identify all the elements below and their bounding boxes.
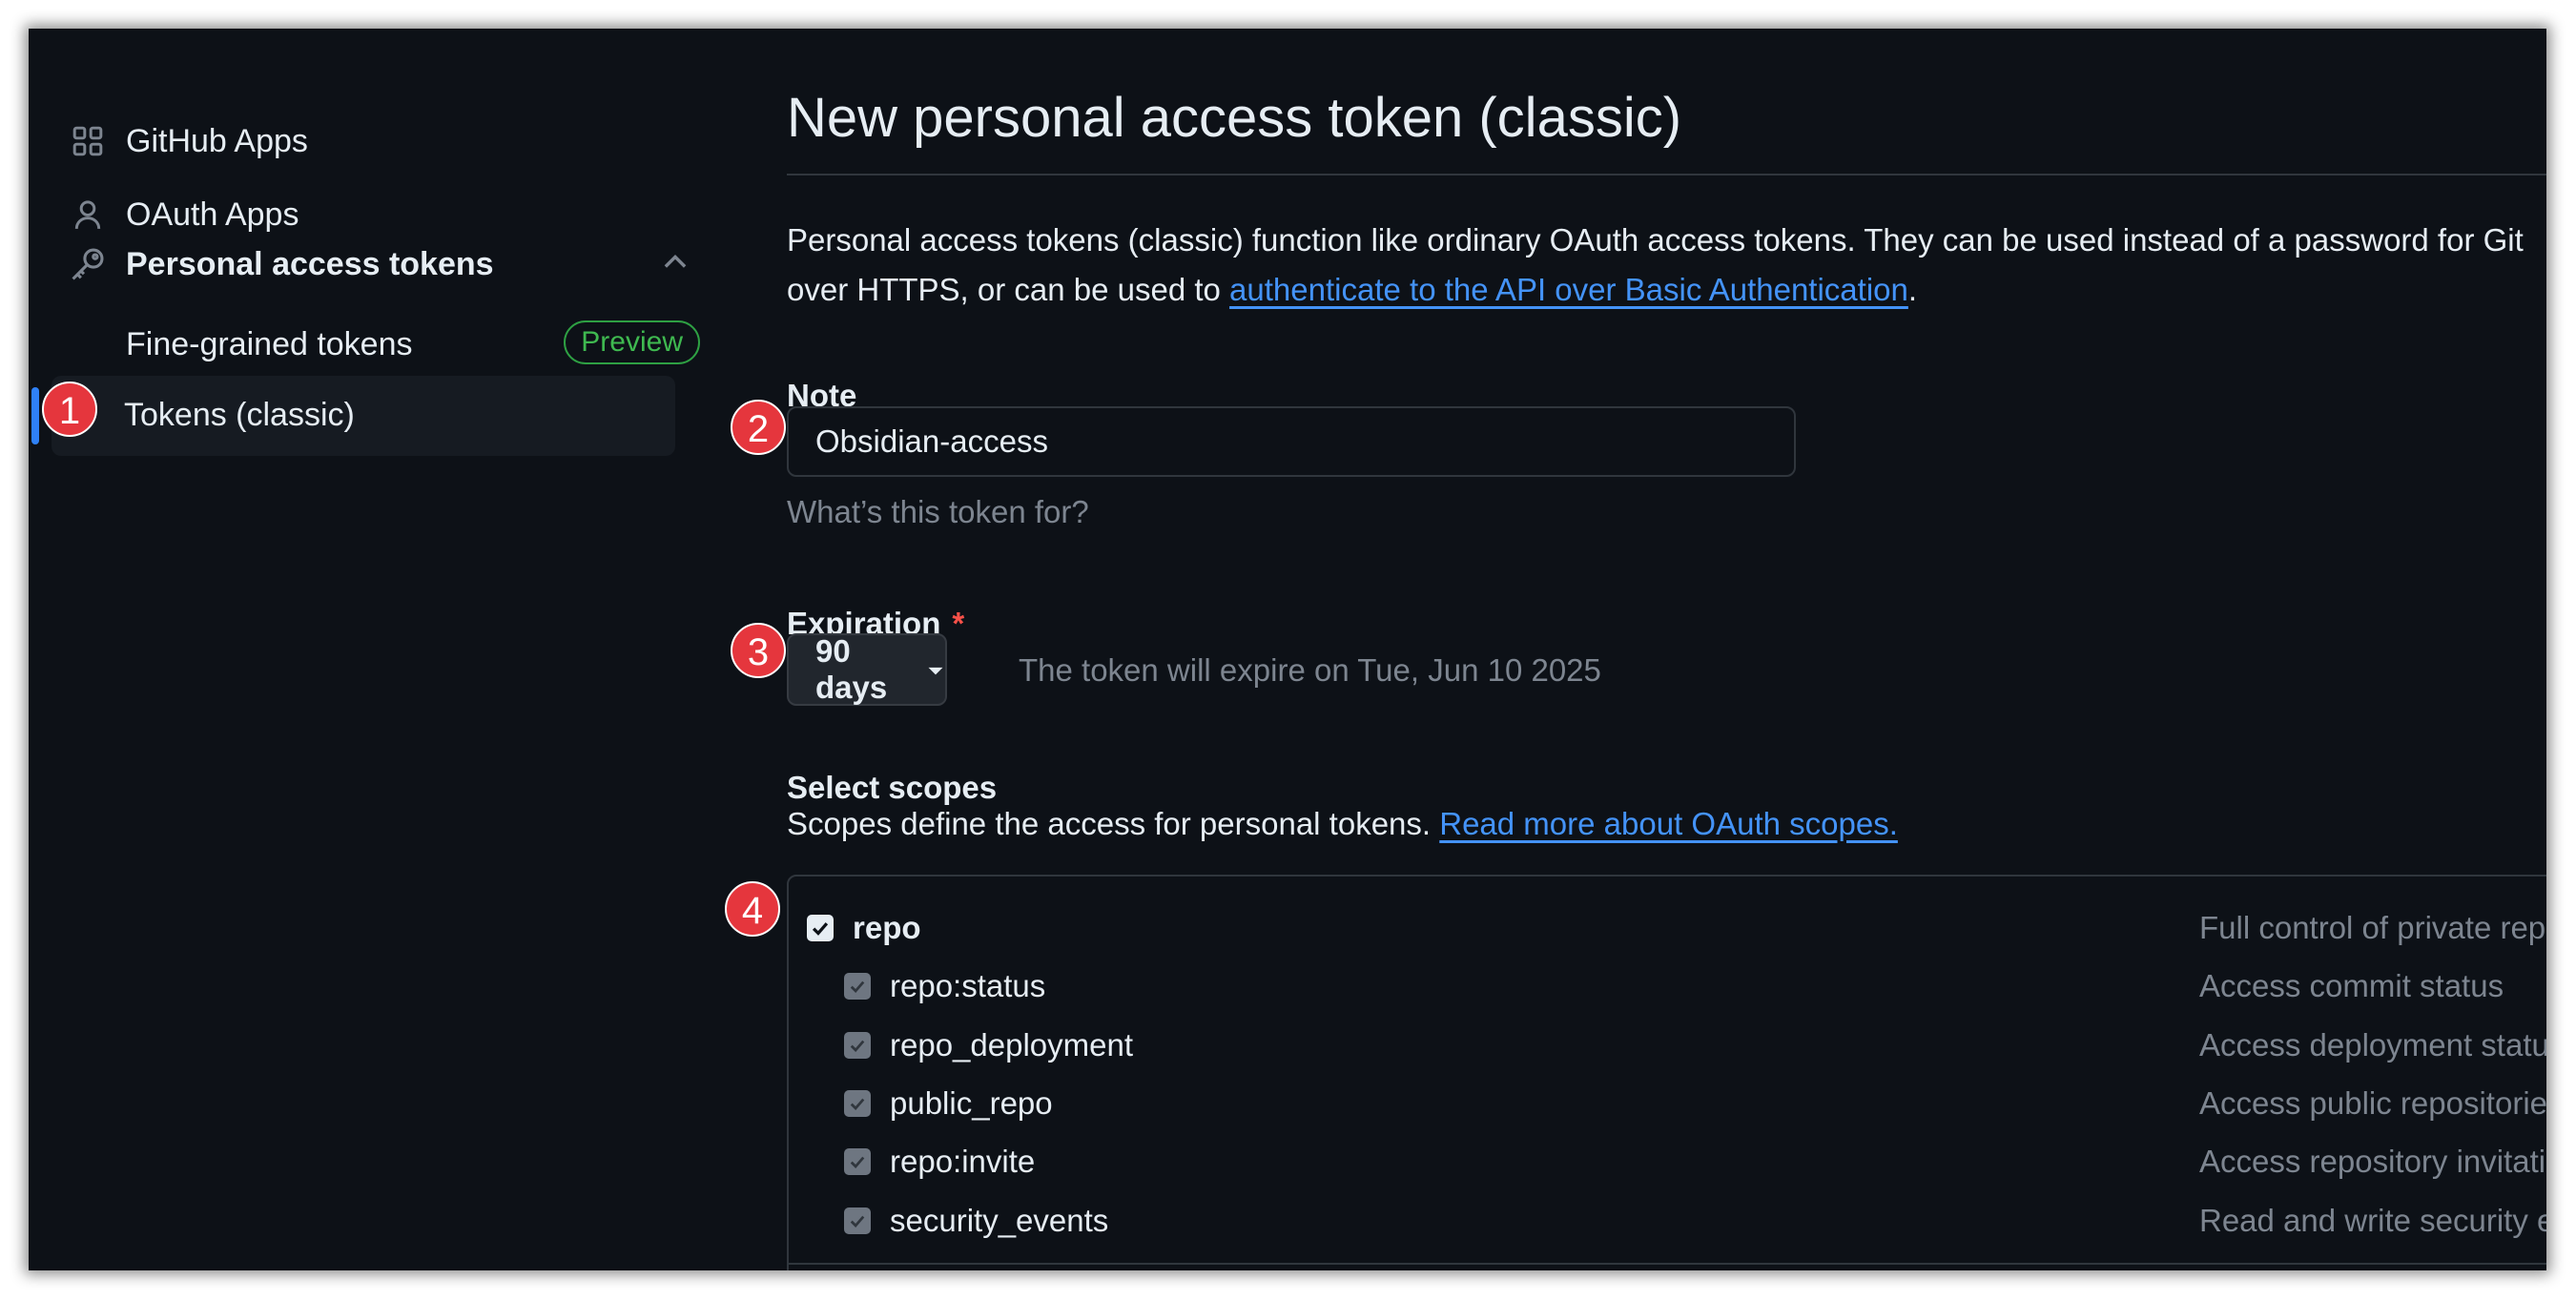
scope-name: repo:status: [890, 968, 1046, 1003]
scope-description: Full control of private repositories: [2199, 910, 2546, 945]
scope-row-security-events: security_events Read and write security …: [789, 1202, 2546, 1240]
divider: [787, 174, 2546, 175]
scope-name: public_repo: [890, 1085, 1053, 1121]
expiration-select[interactable]: 90 days: [787, 633, 947, 706]
note-hint: What’s this token for?: [787, 494, 1089, 529]
required-mark: *: [952, 606, 965, 641]
caret-down-icon: [926, 651, 945, 688]
annotation-marker-2: 2: [731, 400, 786, 455]
sidebar-item-personal-access-tokens[interactable]: Personal access tokens: [67, 236, 692, 293]
sidebar-item-oauth-apps[interactable]: OAuth Apps: [67, 186, 299, 243]
scope-description: Access repository invitations: [2199, 1144, 2546, 1179]
scope-row-repo-invite: repo:invite Access repository invitation…: [789, 1143, 2546, 1181]
sidebar-item-fine-grained-tokens[interactable]: Fine-grained tokens Preview: [67, 315, 700, 374]
scope-row-repo-deployment: repo_deployment Access deployment status: [789, 1026, 2546, 1064]
scope-name: repo:invite: [890, 1144, 1036, 1179]
sidebar-item-label: GitHub Apps: [126, 122, 308, 159]
scope-checkbox-repo[interactable]: [807, 915, 834, 941]
app-window: GitHub Apps OAuth Apps Personal access t…: [29, 29, 2546, 1270]
person-icon: [67, 194, 109, 236]
expiration-note: The token will expire on Tue, Jun 10 202…: [1019, 652, 1601, 688]
scope-row-repo-status: repo:status Access commit status: [789, 967, 2546, 1005]
note-input[interactable]: [787, 406, 1796, 477]
scopes-description-text: Scopes define the access for personal to…: [787, 806, 1432, 841]
preview-badge: Preview: [564, 320, 700, 364]
scope-row-repo: repo Full control of private repositorie…: [789, 909, 2546, 947]
expiration-value: 90 days: [815, 633, 888, 705]
chevron-up-icon[interactable]: [658, 245, 692, 279]
sidebar-item-label: OAuth Apps: [126, 196, 299, 233]
scope-checkbox-repo-status[interactable]: [844, 973, 871, 1000]
scope-checkbox-public-repo[interactable]: [844, 1090, 871, 1117]
key-icon: [67, 243, 109, 285]
scope-description: Access commit status: [2199, 968, 2504, 1003]
oauth-scopes-link[interactable]: Read more about OAuth scopes.: [1439, 806, 1898, 841]
scope-name: repo: [853, 910, 921, 945]
scope-checkbox-security-events[interactable]: [844, 1207, 871, 1234]
sidebar-item-label: Tokens (classic): [124, 397, 355, 433]
scope-description: Access public repositories: [2199, 1085, 2546, 1121]
scope-name: security_events: [890, 1203, 1109, 1238]
sidebar-item-github-apps[interactable]: GitHub Apps: [67, 113, 308, 170]
sidebar-item-label: Personal access tokens: [126, 245, 494, 282]
annotation-marker-4: 4: [725, 881, 780, 937]
intro-end: .: [1907, 272, 1918, 307]
basic-auth-link[interactable]: authenticate to the API over Basic Authe…: [1229, 272, 1908, 307]
scopes-description: Scopes define the access for personal to…: [787, 806, 1898, 842]
scopes-heading: Select scopes: [787, 770, 998, 805]
sidebar-item-tokens-classic[interactable]: Tokens (classic): [52, 376, 675, 456]
intro-text: Personal access tokens (classic) functio…: [787, 216, 2532, 315]
scope-description: Read and write security events: [2199, 1203, 2546, 1238]
sidebar-item-label: Fine-grained tokens: [126, 326, 413, 362]
scopes-list: repo Full control of private repositorie…: [787, 875, 2546, 1270]
annotation-marker-3: 3: [731, 623, 786, 678]
apps-grid-icon: [67, 120, 109, 162]
scope-description: Access deployment status: [2199, 1027, 2546, 1063]
scope-name: repo_deployment: [890, 1027, 1134, 1063]
scope-checkbox-repo-deployment[interactable]: [844, 1032, 871, 1059]
annotation-marker-1: 1: [42, 382, 97, 437]
selected-indicator: [31, 387, 39, 444]
scope-row-public-repo: public_repo Access public repositories: [789, 1084, 2546, 1123]
page-title: New personal access token (classic): [787, 87, 1682, 149]
scope-checkbox-repo-invite[interactable]: [844, 1148, 871, 1175]
scope-divider: [788, 1263, 2546, 1265]
